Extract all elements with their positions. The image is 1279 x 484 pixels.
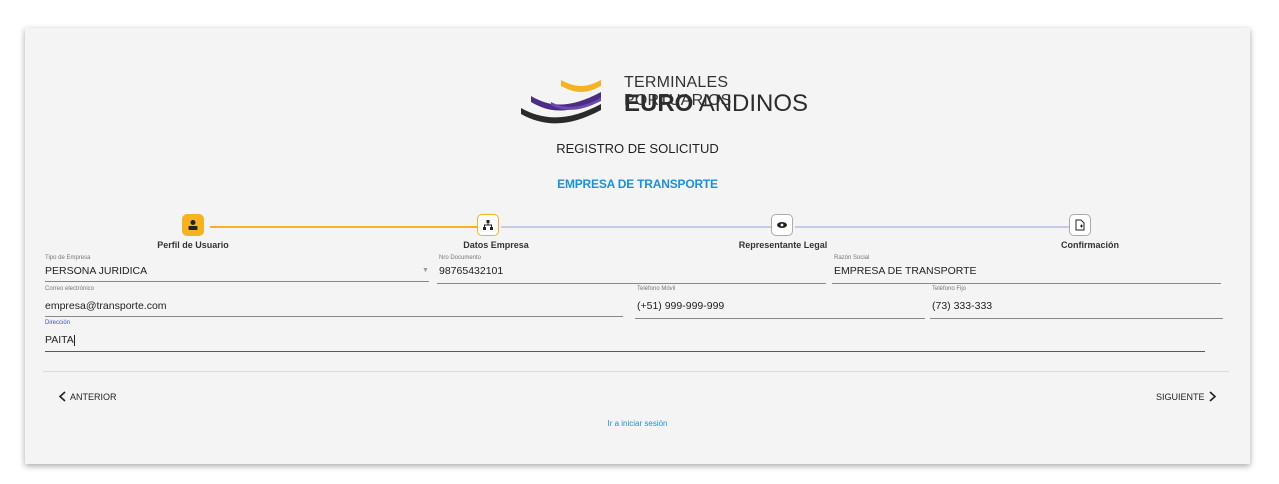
razon-social-value: EMPRESA DE TRANSPORTE	[834, 265, 977, 277]
page-title: REGISTRO DE SOLICITUD	[556, 141, 719, 156]
user-icon	[188, 220, 198, 230]
telefono-movil-underline	[635, 318, 925, 319]
text-cursor	[73, 334, 75, 346]
step-4-button[interactable]	[1069, 214, 1091, 236]
waves-logo-icon	[521, 80, 601, 124]
correo-value: empresa@transporte.com	[45, 300, 167, 312]
step-connector-2	[501, 226, 771, 228]
step-label-perfil: Perfil de Usuario	[157, 240, 229, 250]
razon-social-underline	[832, 283, 1221, 284]
step-1-button[interactable]	[182, 214, 204, 236]
step-label-representante: Representante Legal	[738, 240, 828, 250]
direccion-underline	[45, 351, 1205, 352]
chevron-left-icon	[58, 391, 66, 402]
tipo-empresa-value: PERSONA JURIDICA	[45, 265, 148, 277]
step-3-button[interactable]	[771, 214, 793, 236]
correo-underline	[45, 316, 623, 317]
nro-documento-underline	[437, 283, 826, 284]
nro-documento-value: 98765432101	[439, 265, 504, 277]
sitemap-icon	[483, 220, 493, 230]
login-link[interactable]: Ir a iniciar sesión	[25, 419, 1250, 428]
telefono-fijo-label: Teléfono Fijo	[932, 286, 967, 292]
direccion-label: Dirección	[45, 320, 71, 326]
telefono-fijo-underline	[930, 318, 1223, 319]
telefono-fijo-value: (73) 333-333	[932, 300, 993, 312]
step-label-datos: Datos Empresa	[463, 240, 529, 250]
correo-label: Correo electrónico	[45, 286, 95, 292]
razon-social-label: Razón Social	[834, 255, 870, 261]
file-add-icon	[1075, 219, 1085, 231]
dropdown-arrow-icon: ▼	[422, 267, 429, 274]
registration-card: TERMINALES PORTUARIOS EURO ANDINOS REGIS…	[25, 28, 1250, 464]
chevron-right-icon	[1208, 391, 1216, 402]
direccion-text: PAITA	[45, 334, 74, 346]
step-2-button[interactable]	[477, 214, 499, 236]
eye-icon	[777, 222, 787, 228]
step-connector-1	[210, 226, 477, 228]
nro-documento-label: Nro Documento	[439, 255, 482, 261]
telefono-movil-value: (+51) 999-999-999	[637, 300, 725, 312]
company-logo: TERMINALES PORTUARIOS EURO ANDINOS	[491, 70, 821, 150]
logo-line2: EURO ANDINOS	[624, 90, 808, 118]
direccion-value: PAITA	[45, 334, 75, 346]
step-label-confirmacion: Confirmación	[1060, 240, 1120, 250]
anterior-button[interactable]: ANTERIOR	[58, 391, 117, 402]
tipo-empresa-label: Tipo de Empresa	[45, 255, 91, 261]
anterior-label: ANTERIOR	[70, 391, 117, 402]
siguiente-button[interactable]: SIGUIENTE	[1156, 391, 1217, 402]
logo-euro: EURO	[624, 90, 694, 117]
page-subtitle: EMPRESA DE TRANSPORTE	[557, 177, 718, 191]
siguiente-label: SIGUIENTE	[1156, 391, 1205, 402]
step-connector-3	[795, 226, 1069, 228]
logo-andinos: ANDINOS	[698, 90, 809, 117]
section-divider	[43, 371, 1229, 372]
telefono-movil-label: Teléfono Móvil	[637, 286, 676, 292]
tipo-empresa-underline	[45, 281, 429, 282]
